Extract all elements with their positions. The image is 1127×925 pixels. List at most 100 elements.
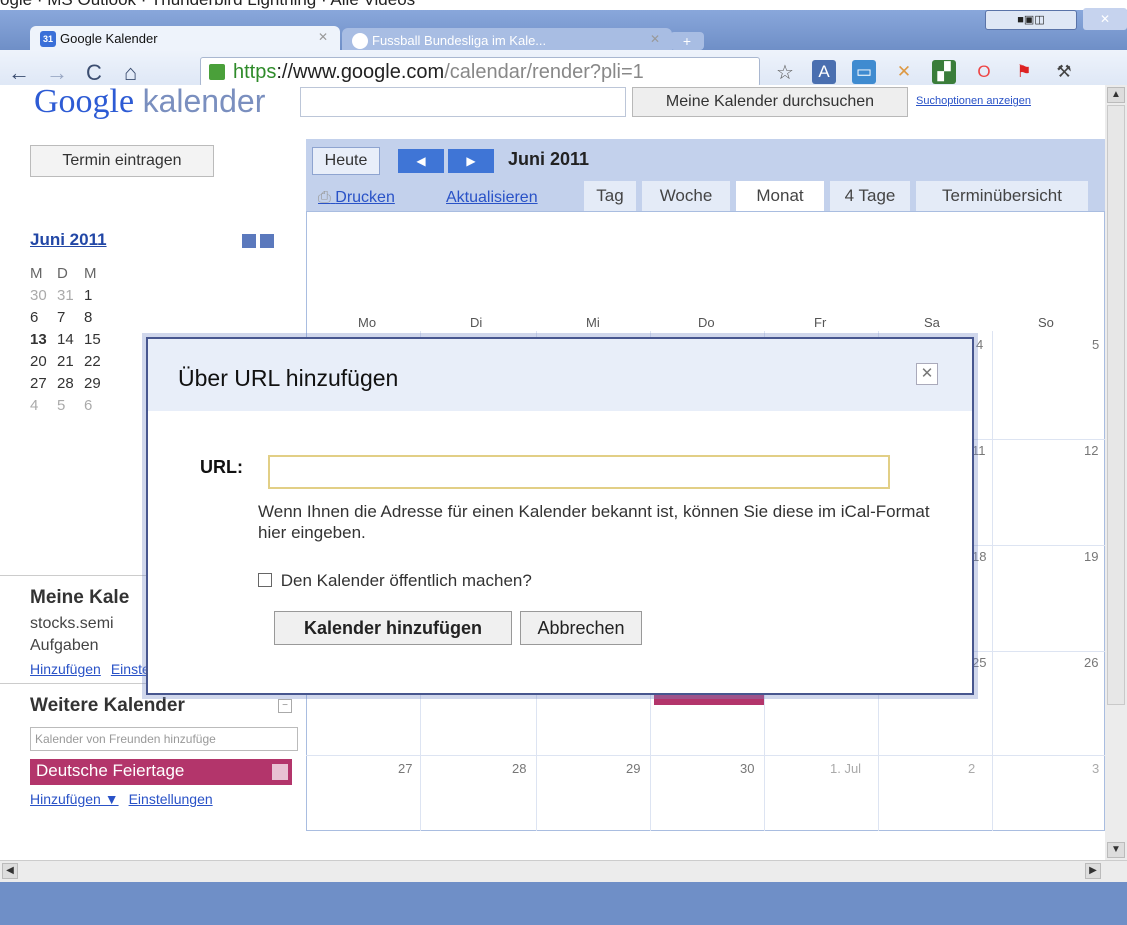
scroll-down-icon[interactable]: ▼: [1107, 842, 1125, 858]
mini-day[interactable]: 7: [57, 309, 84, 331]
tab-close-icon[interactable]: ✕: [318, 30, 328, 44]
tab-agenda[interactable]: Terminübersicht: [916, 181, 1088, 211]
mini-day[interactable]: 5: [57, 397, 84, 419]
my-calendar-item[interactable]: Aufgaben: [30, 637, 99, 655]
day-number[interactable]: 12: [1084, 443, 1098, 458]
day-number[interactable]: 2: [968, 761, 975, 776]
public-checkbox[interactable]: [258, 573, 272, 587]
google-kalender-logo[interactable]: Google kalender: [34, 85, 265, 121]
day-number[interactable]: 3: [1092, 761, 1099, 776]
prev-period-icon[interactable]: ◀: [398, 149, 444, 173]
dow-label: Di: [470, 315, 483, 330]
calendar-search-input[interactable]: [300, 87, 626, 117]
day-number[interactable]: 1. Jul: [830, 761, 861, 776]
scroll-up-icon[interactable]: ▲: [1107, 87, 1125, 103]
print-link[interactable]: ⎙ Drucken: [318, 189, 395, 207]
mini-row: 6 7 8: [30, 309, 160, 331]
next-period-icon[interactable]: ▶: [448, 149, 494, 173]
add-friend-calendar-input[interactable]: Kalender von Freunden hinzufüge: [30, 727, 298, 751]
back-icon[interactable]: ←: [8, 60, 30, 86]
mini-day[interactable]: 31: [57, 287, 84, 309]
address-bar[interactable]: https://www.google.com/calendar/render?p…: [200, 57, 760, 87]
close-icon[interactable]: ✕: [916, 363, 938, 385]
cancel-button[interactable]: Abbrechen: [520, 611, 642, 645]
day-number[interactable]: 18: [972, 549, 986, 564]
mini-month-title[interactable]: Juni 2011: [30, 230, 107, 250]
screen-extension-icon[interactable]: ▭: [852, 60, 876, 84]
mini-day[interactable]: 1: [84, 287, 111, 309]
refresh-link[interactable]: Aktualisieren: [446, 189, 538, 207]
day-number[interactable]: 29: [626, 761, 640, 776]
mini-day[interactable]: 4: [30, 397, 57, 419]
day-number[interactable]: 5: [1092, 337, 1099, 352]
tab-google-kalender[interactable]: 31 Google Kalender ✕: [30, 26, 340, 52]
day-number[interactable]: 25: [972, 655, 986, 670]
mini-day[interactable]: 21: [57, 353, 84, 375]
add-link[interactable]: Hinzufügen: [30, 661, 101, 677]
vertical-scrollbar[interactable]: ▲ ▼: [1105, 85, 1127, 860]
today-button[interactable]: Heute: [312, 147, 380, 175]
window-close-icon[interactable]: ✕: [1083, 8, 1127, 30]
pinwheel-extension-icon[interactable]: ✕: [892, 60, 916, 84]
mini-day[interactable]: 14: [57, 331, 84, 353]
day-number[interactable]: 27: [398, 761, 412, 776]
translate-extension-icon[interactable]: A: [812, 60, 836, 84]
tab-4days[interactable]: 4 Tage: [830, 181, 910, 211]
tab-month[interactable]: Monat: [736, 181, 824, 211]
forward-icon[interactable]: →: [46, 60, 68, 86]
tab-label: Fussball Bundesliga im Kale...: [372, 33, 547, 48]
settings-link[interactable]: Einstellungen: [129, 791, 213, 807]
caption-strip: ogle · MS Outlook · Thunderbird Lightnin…: [0, 0, 1127, 10]
day-number[interactable]: 28: [512, 761, 526, 776]
dropdown-icon[interactable]: [272, 764, 288, 780]
day-number[interactable]: 4: [976, 337, 983, 352]
mini-day[interactable]: 6: [84, 397, 111, 419]
collapse-icon[interactable]: −: [278, 699, 292, 713]
search-options-link[interactable]: Suchoptionen anzeigen: [916, 95, 1031, 107]
opera-extension-icon[interactable]: O: [972, 60, 996, 84]
tab-week[interactable]: Woche: [642, 181, 730, 211]
mini-day[interactable]: 15: [84, 331, 111, 353]
tab-fussball[interactable]: Fussball Bundesliga im Kale... ✕: [342, 28, 672, 52]
mini-day[interactable]: 13: [30, 331, 57, 353]
tab-day[interactable]: Tag: [584, 181, 636, 211]
wrench-icon[interactable]: ⚒: [1052, 60, 1076, 84]
home-icon[interactable]: ⌂: [124, 60, 137, 86]
search-calendars-button[interactable]: Meine Kalender durchsuchen: [632, 87, 908, 117]
other-calendars-title[interactable]: Weitere Kalender: [30, 695, 185, 717]
mini-day[interactable]: 22: [84, 353, 111, 375]
mini-day[interactable]: 28: [57, 375, 84, 397]
day-number[interactable]: 30: [740, 761, 754, 776]
mini-prev-icon[interactable]: [242, 234, 256, 248]
reload-icon[interactable]: C: [86, 60, 102, 86]
horizontal-scrollbar[interactable]: ◀ ▶: [0, 860, 1127, 882]
mini-day[interactable]: 20: [30, 353, 57, 375]
url-input[interactable]: [268, 455, 890, 489]
add-link[interactable]: Hinzufügen ▼: [30, 791, 119, 807]
scroll-left-icon[interactable]: ◀: [2, 863, 18, 879]
delicious-extension-icon[interactable]: ▞: [932, 60, 956, 84]
my-calendars-title[interactable]: Meine Kale: [30, 587, 129, 609]
flag-extension-icon[interactable]: ⚑: [1012, 60, 1036, 84]
mini-day[interactable]: 30: [30, 287, 57, 309]
mini-header-row: M D M: [30, 265, 160, 287]
mini-day[interactable]: 6: [30, 309, 57, 331]
public-checkbox-row[interactable]: Den Kalender öffentlich machen?: [258, 571, 532, 591]
window-badge[interactable]: ■▣◫: [985, 10, 1077, 30]
mini-day[interactable]: 29: [84, 375, 111, 397]
day-number[interactable]: 11: [972, 443, 986, 458]
create-event-button[interactable]: Termin eintragen: [30, 145, 214, 177]
mini-day[interactable]: 8: [84, 309, 111, 331]
mini-next-icon[interactable]: [260, 234, 274, 248]
add-calendar-button[interactable]: Kalender hinzufügen: [274, 611, 512, 645]
holiday-calendar-item[interactable]: Deutsche Feiertage: [30, 759, 292, 785]
mini-day[interactable]: 27: [30, 375, 57, 397]
scroll-thumb[interactable]: [1107, 105, 1125, 705]
tab-close-icon[interactable]: ✕: [650, 32, 660, 46]
day-number[interactable]: 26: [1084, 655, 1098, 670]
day-number[interactable]: 19: [1084, 549, 1098, 564]
scroll-right-icon[interactable]: ▶: [1085, 863, 1101, 879]
my-calendar-item[interactable]: stocks.semi: [30, 615, 114, 633]
bookmark-star-icon[interactable]: ☆: [776, 60, 794, 85]
new-tab-button[interactable]: +: [670, 32, 704, 50]
